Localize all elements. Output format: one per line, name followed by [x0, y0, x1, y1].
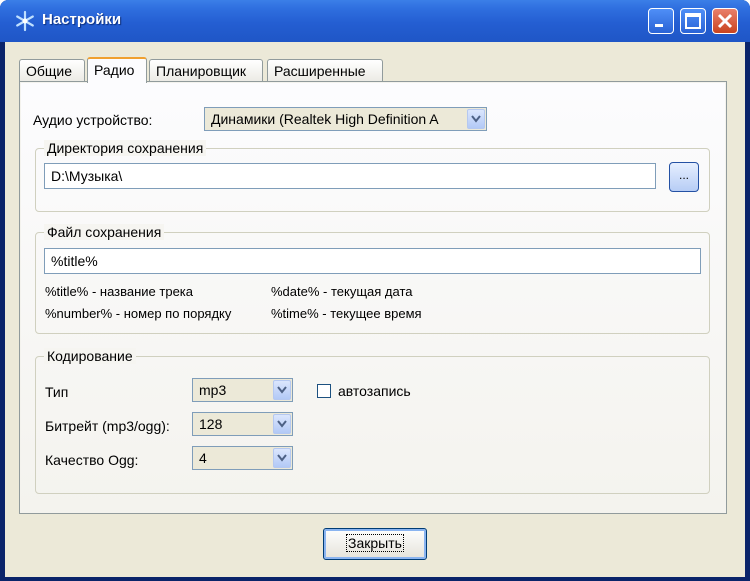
save-directory-legend: Директория сохранения — [44, 140, 207, 156]
bitrate-value: 128 — [199, 416, 223, 432]
autorecord-label[interactable]: автозапись — [338, 383, 411, 399]
settings-window: Настройки Общие Радио Планировщик Расшир… — [0, 0, 750, 581]
chevron-down-icon[interactable] — [273, 380, 291, 400]
quality-select[interactable]: 4 — [192, 446, 293, 470]
minimize-icon — [655, 24, 663, 27]
type-label: Тип — [45, 384, 69, 400]
chevron-down-icon[interactable] — [273, 448, 291, 468]
quality-label: Качество Ogg: — [45, 452, 139, 468]
audio-device-select[interactable]: Динамики (Realtek High Definition A — [204, 107, 487, 131]
hint-date: %date% - текущая дата — [271, 284, 413, 299]
save-file-legend: Файл сохранения — [44, 224, 165, 240]
browse-directory-button[interactable]: ... — [669, 162, 699, 192]
hint-title: %title% - название трека — [45, 284, 194, 299]
autorecord-checkbox[interactable] — [317, 384, 331, 398]
bitrate-select[interactable]: 128 — [192, 412, 293, 436]
chevron-down-icon[interactable] — [467, 109, 485, 129]
minimize-button[interactable] — [648, 8, 674, 34]
audio-device-label: Аудио устройство: — [33, 112, 153, 128]
tab-scheduler[interactable]: Планировщик — [149, 59, 263, 81]
snowflake-icon — [16, 10, 34, 32]
audio-device-value: Динамики (Realtek High Definition A — [211, 111, 439, 127]
save-file-input[interactable]: %title% — [44, 248, 701, 274]
type-select[interactable]: mp3 — [192, 378, 293, 402]
tab-radio[interactable]: Радио — [87, 57, 147, 83]
save-directory-input[interactable]: D:\Музыка\ — [44, 163, 656, 189]
type-value: mp3 — [199, 382, 227, 398]
close-window-button[interactable] — [712, 8, 738, 34]
quality-value: 4 — [199, 450, 207, 466]
chevron-down-icon[interactable] — [273, 414, 291, 434]
close-icon — [717, 13, 733, 29]
hint-number: %number% - номер по порядку — [45, 306, 232, 321]
dialog-client-area: Общие Радио Планировщик Расширенные Ауди… — [5, 42, 745, 577]
hint-time: %time% - текущее время — [271, 306, 422, 321]
maximize-icon — [685, 13, 701, 29]
maximize-button[interactable] — [680, 8, 706, 34]
title-bar[interactable]: Настройки — [0, 0, 750, 42]
bitrate-label: Битрейт (mp3/ogg): — [45, 418, 170, 434]
window-title: Настройки — [42, 11, 122, 28]
encoding-legend: Кодирование — [44, 348, 136, 364]
close-button-label: Закрыть — [346, 534, 404, 552]
radio-tab-panel: Аудио устройство: Динамики (Realtek High… — [19, 81, 727, 514]
tab-advanced[interactable]: Расширенные — [267, 59, 383, 81]
close-button[interactable]: Закрыть — [323, 528, 427, 560]
tab-general[interactable]: Общие — [19, 59, 85, 81]
